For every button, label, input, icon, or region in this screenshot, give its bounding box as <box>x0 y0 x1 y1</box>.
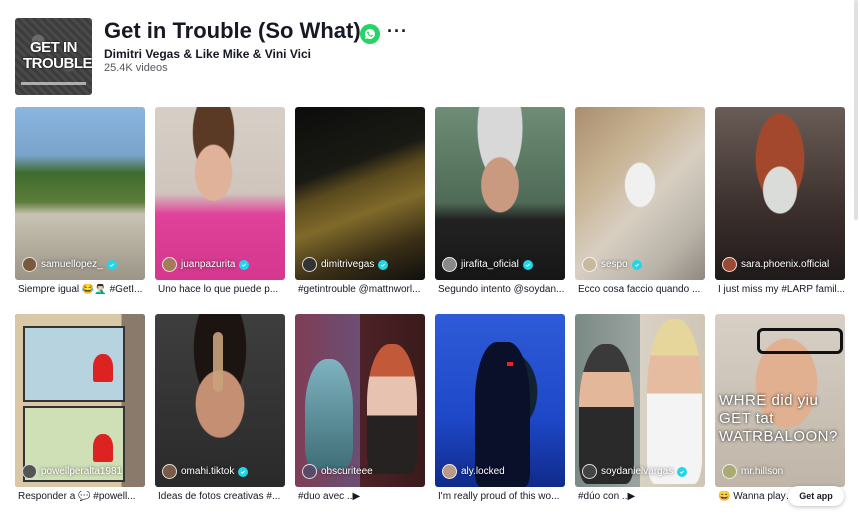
video-caption[interactable]: Uno hace lo que puede p... <box>158 284 288 296</box>
username: jirafita_oficial <box>461 259 519 270</box>
video-caption[interactable]: #duo avec ..▶ <box>298 491 428 503</box>
avatar <box>722 257 737 272</box>
video-caption[interactable]: Ideas de fotos creativas #... <box>158 491 288 503</box>
sound-artist[interactable]: Dimitri Vegas & Like Mike & Vini Vici <box>104 47 311 61</box>
video-thumbnail <box>15 107 145 280</box>
cover-logo-text: GET IN TROUBLE <box>23 39 92 72</box>
avatar <box>22 464 37 479</box>
verified-icon <box>677 466 688 477</box>
video-author[interactable]: obscuriteee <box>302 464 373 479</box>
username: mr.hillson <box>741 466 784 477</box>
verified-icon <box>239 259 250 270</box>
video-card[interactable]: aly.locked <box>435 314 565 487</box>
person-figure <box>305 359 353 469</box>
video-author[interactable]: mr.hillson <box>722 464 783 479</box>
video-card[interactable]: samuellopez_ <box>15 107 145 280</box>
video-author[interactable]: soydanielvargas <box>582 464 688 479</box>
avatar <box>722 464 737 479</box>
username: soydanielvargas <box>601 466 674 477</box>
cover-strip <box>21 82 86 85</box>
video-author[interactable]: omahi.tiktok <box>162 464 249 479</box>
avatar <box>442 464 457 479</box>
glasses <box>757 328 843 354</box>
username: samuellopez_ <box>41 259 103 270</box>
video-author[interactable]: dimitrivegas <box>302 257 389 272</box>
video-thumbnail <box>715 107 845 280</box>
character-figure <box>93 434 113 462</box>
whatsapp-icon <box>365 29 375 39</box>
sound-cover[interactable]: GET IN TROUBLE <box>15 18 92 95</box>
video-author[interactable]: sara.phoenix.official <box>722 257 829 272</box>
video-author[interactable]: jirafita_oficial <box>442 257 533 272</box>
whatsapp-share-button[interactable] <box>360 24 380 44</box>
video-card[interactable]: powellperalta1981 <box>15 314 145 487</box>
video-author[interactable]: samuellopez_ <box>22 257 117 272</box>
username: omahi.tiktok <box>181 466 235 477</box>
username: powellperalta1981 <box>41 466 123 477</box>
username: sespo <box>601 259 628 270</box>
video-thumbnail <box>575 107 705 280</box>
glowing-eye <box>507 362 513 366</box>
video-caption[interactable]: Siempre igual 😂🤦🏻‍♂️ #GetI... <box>18 284 148 296</box>
more-options-button[interactable]: ··· <box>387 21 408 42</box>
verified-icon <box>522 259 533 270</box>
video-author[interactable]: sespo <box>582 257 642 272</box>
video-caption[interactable]: I just miss my #LARP famil... <box>718 284 848 296</box>
video-card[interactable]: sespo <box>575 107 705 280</box>
video-card[interactable]: WHRE did yiu GET tat WATRBALOON? mr.hill… <box>715 314 845 487</box>
video-caption[interactable]: Segundo intento @soydan... <box>438 284 568 296</box>
video-card[interactable]: sara.phoenix.official <box>715 107 845 280</box>
avatar <box>22 257 37 272</box>
video-caption[interactable]: #getintrouble @mattnworl... <box>298 284 428 296</box>
avatar <box>302 464 317 479</box>
video-card[interactable]: obscuriteee <box>295 314 425 487</box>
username: aly.locked <box>461 466 505 477</box>
get-app-button[interactable]: Get app <box>788 486 844 506</box>
videos-count: 25.4K videos <box>104 62 168 74</box>
verified-icon <box>378 259 389 270</box>
video-card[interactable]: dimitrivegas <box>295 107 425 280</box>
video-card[interactable]: soydanielvargas <box>575 314 705 487</box>
video-author[interactable]: powellperalta1981 <box>22 464 122 479</box>
video-card[interactable]: omahi.tiktok <box>155 314 285 487</box>
avatar <box>162 257 177 272</box>
sound-header: GET IN TROUBLE Get in Trouble (So What) … <box>15 18 840 96</box>
username: obscuriteee <box>321 466 373 477</box>
video-card[interactable]: juanpazurita <box>155 107 285 280</box>
scrollbar[interactable] <box>854 0 858 220</box>
video-thumbnail <box>295 107 425 280</box>
person-figure <box>579 344 634 484</box>
username: sara.phoenix.official <box>741 259 830 270</box>
video-author[interactable]: aly.locked <box>442 464 505 479</box>
video-overlay-text: WHRE did yiu GET tat WATRBALOON? <box>719 392 838 445</box>
username: juanpazurita <box>181 259 236 270</box>
video-author[interactable]: juanpazurita <box>162 257 250 272</box>
video-caption[interactable]: 😄 Wanna play 'W... <box>718 491 798 503</box>
video-caption[interactable]: Ecco cosa faccio quando ... <box>578 284 708 296</box>
avatar <box>582 257 597 272</box>
video-caption[interactable]: #dúo con ..▶ <box>578 491 708 503</box>
username: dimitrivegas <box>321 259 375 270</box>
video-thumbnail <box>155 107 285 280</box>
sound-title: Get in Trouble (So What) <box>104 18 361 43</box>
video-thumbnail <box>435 107 565 280</box>
avatar <box>442 257 457 272</box>
video-card[interactable]: jirafita_oficial <box>435 107 565 280</box>
person-figure <box>367 344 417 474</box>
video-caption[interactable]: Responder a 💬 #powell... <box>18 491 148 503</box>
avatar <box>582 464 597 479</box>
person-figure <box>647 319 702 484</box>
verified-icon <box>106 259 117 270</box>
avatar <box>302 257 317 272</box>
verified-icon <box>238 466 249 477</box>
video-caption[interactable]: I'm really proud of this wo... <box>438 491 568 503</box>
avatar <box>162 464 177 479</box>
liquid-drip <box>213 332 223 392</box>
verified-icon <box>631 259 642 270</box>
character-figure <box>93 354 113 382</box>
